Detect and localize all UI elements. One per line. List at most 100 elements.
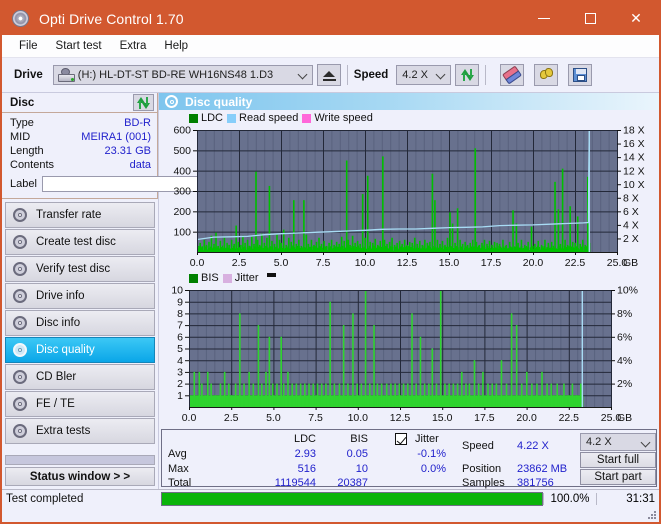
- svg-text:12 X: 12 X: [623, 165, 645, 177]
- svg-text:8 X: 8 X: [623, 192, 639, 204]
- disc-icon: [13, 342, 28, 358]
- sidebar-item-transfer-rate[interactable]: Transfer rate: [5, 202, 155, 228]
- disc-row-label: Contents: [10, 159, 55, 171]
- legend-label-ldc: LDC: [201, 112, 224, 124]
- stats-avg-bis: 0.05: [346, 448, 368, 460]
- save-button[interactable]: [568, 64, 593, 86]
- stats-header-ldc: LDC: [293, 433, 316, 445]
- close-icon: ✕: [630, 10, 642, 26]
- disc-row-mid: MID MEIRA1 (001): [10, 130, 151, 144]
- close-button[interactable]: ✕: [613, 2, 659, 35]
- menu-item-start-test[interactable]: Start test: [47, 38, 111, 54]
- sidebar-item-disc-info[interactable]: Disc info: [5, 310, 155, 336]
- stats-total-ldc: 1119544: [274, 477, 316, 489]
- svg-text:17.5: 17.5: [481, 257, 502, 269]
- start-part-button[interactable]: Start part: [580, 469, 656, 485]
- main-panel-header: Disc quality: [159, 93, 659, 110]
- sidebar-item-verify-test-disc[interactable]: Verify test disc: [5, 256, 155, 282]
- svg-text:20.0: 20.0: [516, 412, 537, 424]
- svg-text:9: 9: [177, 296, 183, 308]
- svg-text:GB: GB: [617, 412, 632, 424]
- sidebar-item-label: Drive info: [36, 290, 85, 302]
- minimize-button[interactable]: [521, 2, 567, 35]
- tools-button[interactable]: [534, 64, 559, 86]
- maximize-button[interactable]: [567, 2, 613, 35]
- speed-select[interactable]: 4.2 X: [396, 65, 452, 85]
- svg-text:2%: 2%: [617, 378, 632, 390]
- disc-icon: [13, 315, 28, 331]
- drive-select[interactable]: (H:) HL-DT-ST BD-RE WH16NS48 1.D3: [52, 65, 313, 85]
- jitter-checkbox[interactable]: [395, 433, 407, 445]
- speed-stat-value: 4.22 X: [517, 440, 549, 452]
- stats-header-bis: BIS: [350, 433, 368, 445]
- legend-swatch-bis: [189, 273, 198, 283]
- sidebar-item-drive-info[interactable]: Drive info: [5, 283, 155, 309]
- menu-item-help[interactable]: Help: [155, 38, 197, 54]
- sidebar-item-label: Extra tests: [36, 425, 91, 437]
- disc-quality-icon: [165, 95, 178, 108]
- app-window: Opti Drive Control 1.70 ✕ File Start tes…: [0, 0, 661, 524]
- sidebar-item-label: Transfer rate: [36, 209, 102, 221]
- legend-label-bis: BIS: [201, 272, 219, 284]
- svg-text:7.5: 7.5: [316, 257, 331, 269]
- start-full-button[interactable]: Start full: [580, 452, 656, 468]
- status-bar: Test completed 100.0% 31:31: [2, 489, 659, 508]
- sidebar-item-cd-bler[interactable]: CD Bler: [5, 364, 155, 390]
- disc-label-row: Label: [10, 174, 244, 196]
- disc-row-label: Type: [10, 117, 34, 129]
- chevron-down-icon: [299, 70, 307, 78]
- svg-text:5.0: 5.0: [266, 412, 281, 424]
- disc-row-type: Type BD-R: [10, 116, 151, 130]
- stats-total-bis: 20387: [337, 477, 368, 489]
- speed-label: Speed: [353, 69, 389, 81]
- svg-text:2.5: 2.5: [224, 412, 239, 424]
- svg-text:2 X: 2 X: [623, 233, 639, 245]
- sidebar-item-fe-te[interactable]: FE / TE: [5, 391, 155, 417]
- sidebar-item-extra-tests[interactable]: Extra tests: [5, 418, 155, 444]
- svg-text:22.5: 22.5: [559, 412, 580, 424]
- speed-select-stats[interactable]: 4.2 X: [580, 433, 656, 451]
- svg-text:6 X: 6 X: [623, 206, 639, 218]
- svg-text:10: 10: [171, 285, 183, 297]
- minimize-icon: [538, 18, 550, 19]
- svg-text:10 X: 10 X: [623, 179, 645, 191]
- resize-grip[interactable]: [648, 511, 657, 520]
- erase-button[interactable]: [500, 64, 525, 86]
- svg-text:600: 600: [173, 125, 191, 137]
- eraser-icon: [502, 65, 523, 85]
- sidebar-nav: Transfer rate Create test disc Verify te…: [2, 199, 158, 444]
- position-stat-label: Position: [462, 463, 502, 475]
- stats-avg-ldc: 2.93: [294, 448, 316, 460]
- elapsed-time: 31:31: [596, 493, 659, 505]
- stats-max-bis: 10: [355, 463, 368, 475]
- disc-row-contents: Contents data: [10, 158, 151, 172]
- disc-row-value: BD-R: [124, 117, 151, 129]
- refresh-button[interactable]: [455, 64, 480, 86]
- svg-text:4: 4: [177, 355, 183, 367]
- disc-refresh-button[interactable]: [133, 94, 154, 111]
- menu-item-file[interactable]: File: [10, 38, 47, 54]
- legend-swatch-write-speed: [302, 113, 312, 123]
- status-window-button[interactable]: Status window > >: [5, 467, 155, 486]
- eject-icon: [322, 71, 335, 77]
- eject-button[interactable]: [316, 64, 341, 86]
- body: Disc Type BD-R MID MEIRA1 (001) Length 2…: [2, 93, 659, 489]
- svg-text:5.0: 5.0: [274, 257, 289, 269]
- svg-text:500: 500: [173, 145, 191, 157]
- sidebar-item-label: CD Bler: [36, 371, 77, 383]
- stats-row-label-avg: Avg: [168, 448, 187, 460]
- window-title: Opti Drive Control 1.70: [39, 10, 184, 27]
- svg-text:0.0: 0.0: [190, 257, 205, 269]
- disc-row-value: 23.31 GB: [104, 145, 151, 157]
- svg-text:6: 6: [177, 331, 183, 343]
- svg-text:7.5: 7.5: [308, 412, 323, 424]
- svg-text:14 X: 14 X: [623, 152, 645, 164]
- hand-tools-icon: [539, 68, 554, 82]
- sidebar-item-create-test-disc[interactable]: Create test disc: [5, 229, 155, 255]
- svg-text:15.0: 15.0: [432, 412, 453, 424]
- menu-item-extra[interactable]: Extra: [111, 38, 156, 54]
- disc-icon: [13, 369, 28, 385]
- sidebar: Disc Type BD-R MID MEIRA1 (001) Length 2…: [2, 93, 244, 489]
- toolbar-divider-2: [485, 65, 487, 85]
- sidebar-item-disc-quality[interactable]: Disc quality: [5, 337, 155, 363]
